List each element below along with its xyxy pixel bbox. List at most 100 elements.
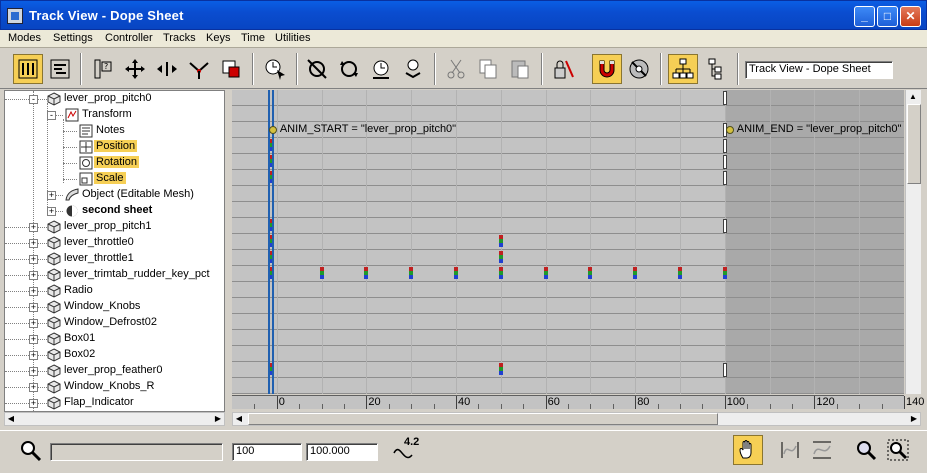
horizontal-scroll-thumb[interactable] <box>248 413 718 425</box>
keyframe[interactable] <box>498 251 503 263</box>
keyframe[interactable] <box>543 267 548 279</box>
tree-item[interactable]: + lever_trimtab_rudder_key_pct <box>5 267 224 283</box>
keyframe[interactable] <box>454 267 458 279</box>
tree-item[interactable]: + lever_throttle1 <box>5 251 224 267</box>
keyframe[interactable] <box>498 267 503 279</box>
scroll-left-icon[interactable]: ◀ <box>5 413 17 425</box>
keyframe[interactable] <box>633 267 638 279</box>
edit-ranges-button[interactable] <box>45 54 75 84</box>
tree-item[interactable]: - lever_prop_pitch0 <box>5 91 224 107</box>
scroll-right-icon[interactable]: ▶ <box>212 413 224 425</box>
zoom-button[interactable] <box>851 435 881 465</box>
lock-selection-button[interactable] <box>549 54 579 84</box>
tree-item[interactable]: + Window_Defrost02 <box>5 315 224 331</box>
vertical-scroll-thumb[interactable] <box>907 104 921 184</box>
sheet-horizontal-scrollbar[interactable]: ◀ ▶ <box>232 412 921 426</box>
copy-button[interactable] <box>473 54 503 84</box>
tree-item[interactable]: + Window_Knobs <box>5 299 224 315</box>
collapse-icon[interactable]: - <box>47 111 56 120</box>
tree-item[interactable]: + lever_prop_pitch1 <box>5 219 224 235</box>
sheet-vertical-scrollbar[interactable]: ▲ <box>905 90 921 394</box>
note-key-icon[interactable] <box>268 126 277 134</box>
menu-time[interactable]: Time <box>241 32 265 44</box>
range-end-marker[interactable] <box>722 171 727 185</box>
current-time-bar[interactable] <box>272 90 275 394</box>
view-name-field[interactable]: Track View - Dope Sheet <box>745 61 893 79</box>
menu-controller[interactable]: Controller <box>105 32 153 44</box>
expand-icon[interactable]: + <box>29 319 38 328</box>
keyframe[interactable] <box>364 267 369 279</box>
menu-settings[interactable]: Settings <box>53 32 93 44</box>
range-end-marker[interactable] <box>722 219 727 233</box>
keyframe[interactable] <box>498 363 503 375</box>
menu-modes[interactable]: Modes <box>8 32 41 44</box>
dope-sheet-area[interactable]: ANIM_START = "lever_prop_pitch0" ANIM_END… <box>232 90 904 394</box>
tree-item[interactable]: Notes <box>5 123 224 139</box>
range-end-marker[interactable] <box>722 91 727 105</box>
tree-item[interactable]: + lever_throttle0 <box>5 235 224 251</box>
frame-field[interactable]: 100 <box>232 443 302 461</box>
edit-keys-button[interactable] <box>13 54 43 84</box>
select-time-button[interactable] <box>260 54 290 84</box>
range-end-marker[interactable] <box>722 363 727 377</box>
tree-item[interactable]: - Transform <box>5 107 224 123</box>
scale-keys-button[interactable] <box>216 54 246 84</box>
expand-icon[interactable]: + <box>29 367 38 376</box>
move-keys-button[interactable] <box>120 54 150 84</box>
filters-button[interactable]: ? <box>88 54 118 84</box>
tree-item[interactable]: + Object (Editable Mesh) <box>5 187 224 203</box>
note-key-icon[interactable] <box>725 126 734 134</box>
tree-item[interactable]: + Radio <box>5 283 224 299</box>
keyframe[interactable] <box>409 267 414 279</box>
paste-button[interactable] <box>505 54 535 84</box>
insert-time-button[interactable] <box>398 54 428 84</box>
collapse-icon[interactable]: - <box>29 95 38 104</box>
expand-icon[interactable]: + <box>29 239 38 248</box>
scale-time-button[interactable] <box>366 54 396 84</box>
tree-item[interactable]: + Box02 <box>5 347 224 363</box>
expand-icon[interactable]: + <box>47 207 56 216</box>
reverse-time-button[interactable] <box>334 54 364 84</box>
pan-button[interactable] <box>733 435 763 465</box>
scroll-up-icon[interactable]: ▲ <box>907 91 919 103</box>
tree-item[interactable]: Scale <box>5 171 224 187</box>
slide-keys-button[interactable] <box>152 54 182 84</box>
tree-item[interactable]: + Window_Knobs_R <box>5 379 224 395</box>
expand-icon[interactable]: + <box>29 351 38 360</box>
expand-icon[interactable]: + <box>29 335 38 344</box>
show-keyable-button[interactable] <box>624 54 654 84</box>
keyframe[interactable] <box>678 267 682 279</box>
expand-icon[interactable]: + <box>29 399 38 408</box>
time-ruler[interactable]: 0 20 40 60 80 100 120 140 <box>232 395 924 409</box>
current-time-bar[interactable] <box>267 90 270 394</box>
modify-child-keys-button[interactable] <box>700 54 730 84</box>
zoom-value-extents-button[interactable] <box>807 435 837 465</box>
hierarchy-horizontal-scrollbar[interactable]: ◀ ▶ <box>4 412 225 426</box>
range-end-marker[interactable] <box>722 139 727 153</box>
tree-item[interactable]: Position <box>5 139 224 155</box>
snap-frames-button[interactable] <box>592 54 622 84</box>
value-field[interactable]: 100.000 <box>306 443 378 461</box>
cut-button[interactable] <box>441 54 471 84</box>
status-input-field[interactable] <box>50 443 223 461</box>
range-end-marker[interactable] <box>722 155 727 169</box>
menu-tracks[interactable]: Tracks <box>163 32 196 44</box>
keyframe[interactable] <box>319 267 324 279</box>
app-icon[interactable] <box>7 8 23 24</box>
maximize-button[interactable]: □ <box>877 6 898 27</box>
keyframe[interactable] <box>498 235 503 247</box>
minimize-button[interactable]: _ <box>854 6 875 27</box>
delete-time-button[interactable] <box>302 54 332 84</box>
tree-item[interactable]: + Flap_Indicator <box>5 395 224 411</box>
menu-keys[interactable]: Keys <box>206 32 230 44</box>
close-button[interactable]: ✕ <box>900 6 921 27</box>
modify-subtree-button[interactable] <box>668 54 698 84</box>
scroll-right-icon[interactable]: ▶ <box>908 413 920 425</box>
expand-icon[interactable]: + <box>29 271 38 280</box>
controller-hierarchy[interactable]: - lever_prop_pitch0- Transform Notes Positio… <box>4 90 225 412</box>
tree-item[interactable]: + Box01 <box>5 331 224 347</box>
expand-icon[interactable]: + <box>29 303 38 312</box>
zoom-selected-object-button[interactable] <box>16 436 46 466</box>
expand-icon[interactable]: + <box>29 255 38 264</box>
tree-item[interactable]: + second sheet <box>5 203 224 219</box>
